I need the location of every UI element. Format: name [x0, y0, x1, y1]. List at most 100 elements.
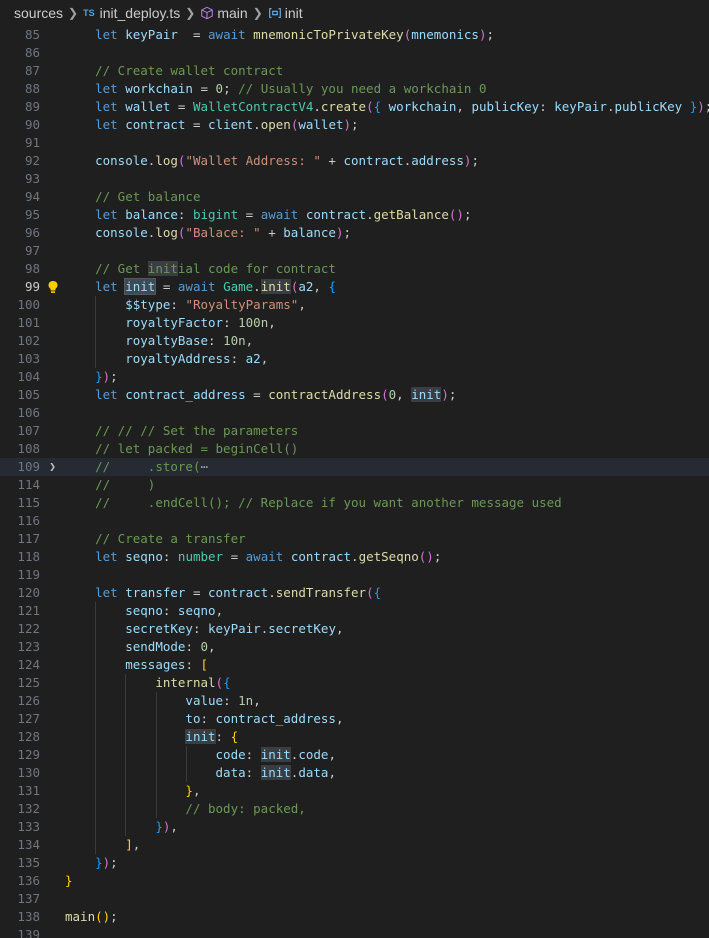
glyph-margin[interactable]: [40, 278, 65, 296]
code-token: log: [155, 225, 178, 240]
indent-guide: [95, 656, 97, 674]
code-line[interactable]: 93: [0, 170, 709, 188]
code-text: // Create a transfer: [65, 530, 709, 548]
code-token: }: [95, 369, 103, 384]
breadcrumb-file[interactable]: TS init_deploy.ts: [83, 5, 180, 21]
code-token: ,: [396, 387, 412, 402]
code-line[interactable]: 94 // Get balance: [0, 188, 709, 206]
code-token: // .store(: [95, 459, 201, 474]
glyph-margin: [40, 386, 65, 404]
code-line[interactable]: 99 let init = await Game.init(a2, {: [0, 278, 709, 296]
line-number: 97: [24, 243, 40, 258]
code-line[interactable]: 90 let contract = client.open(wallet);: [0, 116, 709, 134]
code-text: internal({: [65, 674, 709, 692]
code-line[interactable]: 118 let seqno: number = await contract.g…: [0, 548, 709, 566]
code-token: let: [95, 387, 126, 402]
code-token: create: [320, 99, 367, 114]
code-line[interactable]: 97: [0, 242, 709, 260]
code-text: let balance: bigint = await contract.get…: [65, 206, 709, 224]
code-line[interactable]: 125 internal({: [0, 674, 709, 692]
code-token: contract: [125, 117, 186, 132]
code-token: keyPair: [554, 99, 607, 114]
code-line[interactable]: 123 sendMode: 0,: [0, 638, 709, 656]
code-line[interactable]: 132 // body: packed,: [0, 800, 709, 818]
code-line[interactable]: 96 console.log("Balace: " + balance);: [0, 224, 709, 242]
code-line[interactable]: 104 });: [0, 368, 709, 386]
indent-guide: [185, 746, 187, 764]
code-line[interactable]: 115 // .endCell(); // Replace if you wan…: [0, 494, 709, 512]
breadcrumb-symbol[interactable]: init: [268, 5, 303, 21]
code-line[interactable]: 105 let contract_address = contractAddre…: [0, 386, 709, 404]
code-line[interactable]: 88 let workchain = 0; // Usually you nee…: [0, 80, 709, 98]
code-line[interactable]: 139: [0, 926, 709, 938]
code-editor[interactable]: 85 let keyPair = await mnemonicToPrivate…: [0, 26, 709, 938]
code-line[interactable]: 101 royaltyFactor: 100n,: [0, 314, 709, 332]
code-token: transfer: [125, 585, 186, 600]
glyph-margin: [40, 152, 65, 170]
indent-guide: [95, 836, 97, 854]
lightbulb-icon[interactable]: [47, 280, 59, 294]
code-line[interactable]: 128 init: {: [0, 728, 709, 746]
code-line[interactable]: 85 let keyPair = await mnemonicToPrivate…: [0, 26, 709, 44]
glyph-margin: [40, 26, 65, 44]
code-line[interactable]: 127 to: contract_address,: [0, 710, 709, 728]
code-line[interactable]: 102 royaltyBase: 10n,: [0, 332, 709, 350]
code-line[interactable]: 124 messages: [: [0, 656, 709, 674]
code-line[interactable]: 107 // // // Set the parameters: [0, 422, 709, 440]
code-line[interactable]: 103 royaltyAddress: a2,: [0, 350, 709, 368]
breadcrumb-folder[interactable]: sources: [14, 5, 63, 21]
code-line[interactable]: 131 },: [0, 782, 709, 800]
code-line[interactable]: 106: [0, 404, 709, 422]
code-line[interactable]: 92 console.log("Wallet Address: " + cont…: [0, 152, 709, 170]
code-token: console: [95, 153, 148, 168]
indent-guide: [95, 710, 97, 728]
glyph-margin: [40, 440, 65, 458]
code-line[interactable]: 98 // Get initial code for contract: [0, 260, 709, 278]
code-line[interactable]: 136}: [0, 872, 709, 890]
line-number: 122: [17, 621, 40, 636]
breadcrumb-function[interactable]: main: [200, 5, 248, 21]
code-token: ,: [335, 711, 344, 726]
code-line[interactable]: 138 main();: [0, 908, 709, 926]
code-line[interactable]: 100 $$type: "RoyaltyParams",: [0, 296, 709, 314]
code-line[interactable]: 126 value: 1n,: [0, 692, 709, 710]
code-token: :: [223, 693, 239, 708]
code-token: sendMode: [125, 639, 186, 654]
code-line[interactable]: 129 code: init.code,: [0, 746, 709, 764]
code-line[interactable]: 116: [0, 512, 709, 530]
variable-icon: [269, 8, 281, 18]
code-token: bigint: [192, 207, 239, 222]
line-number: 135: [17, 855, 40, 870]
code-token: ;: [351, 117, 359, 132]
code-line[interactable]: 133 }),: [0, 818, 709, 836]
code-text: // body: packed,: [65, 800, 709, 818]
code-line[interactable]: 134 ],: [0, 836, 709, 854]
code-line[interactable]: 114 // ): [0, 476, 709, 494]
code-token: :: [192, 621, 209, 636]
code-line[interactable]: 137: [0, 890, 709, 908]
code-line[interactable]: 119: [0, 566, 709, 584]
code-token: init: [147, 261, 178, 276]
indent-guide: [95, 620, 97, 638]
code-token: ;: [463, 207, 472, 222]
code-token: ;: [223, 81, 239, 96]
code-line[interactable]: 135 });: [0, 854, 709, 872]
code-line[interactable]: 87 // Create wallet contract: [0, 62, 709, 80]
code-line[interactable]: 86: [0, 44, 709, 62]
code-line[interactable]: 95 let balance: bigint = await contract.…: [0, 206, 709, 224]
code-token: contract: [343, 153, 404, 168]
code-token: ;: [110, 855, 118, 870]
glyph-margin[interactable]: ❯: [40, 458, 65, 476]
code-line[interactable]: 122 secretKey: keyPair.secretKey,: [0, 620, 709, 638]
code-line[interactable]: 91: [0, 134, 709, 152]
code-line[interactable]: 117 // Create a transfer: [0, 530, 709, 548]
code-line[interactable]: 89 let wallet = WalletContractV4.create(…: [0, 98, 709, 116]
code-token: :: [215, 729, 231, 744]
code-line[interactable]: 121 seqno: seqno,: [0, 602, 709, 620]
fold-chevron-right-icon[interactable]: ❯: [49, 458, 56, 476]
code-line[interactable]: 109 ❯ // .store(⋯: [0, 458, 709, 476]
code-line[interactable]: 130 data: init.data,: [0, 764, 709, 782]
code-line[interactable]: 108 // let packed = beginCell(): [0, 440, 709, 458]
code-line[interactable]: 120 let transfer = contract.sendTransfer…: [0, 584, 709, 602]
